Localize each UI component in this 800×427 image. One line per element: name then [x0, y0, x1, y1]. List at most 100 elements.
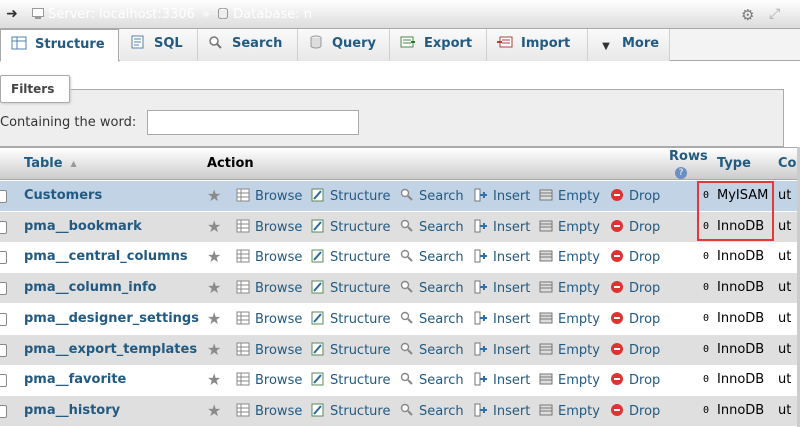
table-row[interactable]: pma__central_columns ★ Browse Structure Sear…: [0, 242, 800, 274]
browse-action[interactable]: Browse: [236, 403, 302, 419]
breadcrumb-server[interactable]: Server: localhost:3306: [48, 7, 195, 22]
browse-action[interactable]: Browse: [236, 219, 302, 235]
row-checkbox[interactable]: [0, 251, 7, 265]
search-action[interactable]: Search: [400, 188, 464, 204]
favorite-star-icon[interactable]: ★: [207, 370, 221, 389]
table-name-link[interactable]: pma__column_info: [24, 280, 157, 295]
empty-action[interactable]: Empty: [539, 188, 600, 204]
table-name-link[interactable]: pma__central_columns: [24, 249, 188, 264]
structure-action[interactable]: Structure: [311, 219, 390, 235]
tab-structure[interactable]: Structure: [0, 29, 119, 62]
insert-action[interactable]: Insert: [474, 249, 530, 265]
search-action[interactable]: Search: [400, 403, 464, 419]
row-checkbox[interactable]: [0, 220, 7, 234]
drop-action[interactable]: Drop: [610, 249, 660, 265]
table-row[interactable]: pma__bookmark ★ Browse Structure Search Inser…: [0, 211, 800, 243]
empty-action[interactable]: Empty: [539, 372, 600, 388]
search-action[interactable]: Search: [400, 311, 464, 327]
favorite-star-icon[interactable]: ★: [207, 278, 221, 297]
favorite-star-icon[interactable]: ★: [207, 401, 221, 420]
browse-action[interactable]: Browse: [236, 372, 302, 388]
row-checkbox[interactable]: [0, 374, 7, 388]
insert-action[interactable]: Insert: [474, 188, 530, 204]
search-action[interactable]: Search: [400, 280, 464, 296]
insert-action[interactable]: Insert: [474, 403, 530, 419]
browse-action[interactable]: Browse: [236, 342, 302, 358]
table-name-link[interactable]: pma__history: [24, 403, 120, 418]
empty-action[interactable]: Empty: [539, 280, 600, 296]
column-header-table[interactable]: Table ▲: [24, 156, 77, 171]
table-row[interactable]: pma__export_templates ★ Browse Structure Sea…: [0, 334, 800, 366]
tab-sql[interactable]: SQL: [120, 29, 198, 61]
collapse-arrow-icon[interactable]: ➜: [0, 4, 24, 25]
table-row[interactable]: pma__history ★ Browse Structure Search Insert…: [0, 395, 800, 427]
table-row[interactable]: pma__designer_settings ★ Browse Structure Se…: [0, 303, 800, 335]
column-header-rows[interactable]: Rows: [669, 149, 708, 164]
favorite-star-icon[interactable]: ★: [207, 247, 221, 266]
tab-query[interactable]: Query: [298, 29, 390, 61]
collation: ut: [778, 249, 792, 265]
tab-import[interactable]: Import: [487, 29, 588, 61]
table-row[interactable]: Customers ★ Browse Structure Search Insert Emp…: [0, 181, 800, 212]
empty-action[interactable]: Empty: [539, 219, 600, 235]
empty-action[interactable]: Empty: [539, 311, 600, 327]
row-checkbox[interactable]: [0, 404, 7, 418]
structure-action[interactable]: Structure: [311, 188, 390, 204]
row-checkbox[interactable]: [0, 282, 7, 296]
insert-action[interactable]: Insert: [474, 280, 530, 296]
help-icon[interactable]: ?: [675, 167, 687, 179]
insert-action[interactable]: Insert: [474, 372, 530, 388]
structure-action[interactable]: Structure: [311, 311, 390, 327]
search-action[interactable]: Search: [400, 249, 464, 265]
tab-label: More: [622, 36, 660, 51]
tab-search[interactable]: Search: [198, 29, 298, 61]
table-name-link[interactable]: pma__export_templates: [24, 342, 197, 357]
structure-action[interactable]: Structure: [311, 403, 390, 419]
empty-action[interactable]: Empty: [539, 249, 600, 265]
browse-action[interactable]: Browse: [236, 280, 302, 296]
filter-word-input[interactable]: [147, 110, 359, 135]
structure-action[interactable]: Structure: [311, 342, 390, 358]
insert-action[interactable]: Insert: [474, 342, 530, 358]
drop-action[interactable]: Drop: [610, 311, 660, 327]
column-header-collation[interactable]: Co: [778, 156, 796, 171]
gear-icon[interactable]: ⚙: [741, 6, 754, 24]
table-name-link[interactable]: pma__designer_settings: [24, 311, 199, 326]
search-action[interactable]: Search: [400, 219, 464, 235]
structure-action[interactable]: Structure: [311, 249, 390, 265]
favorite-star-icon[interactable]: ★: [207, 309, 221, 328]
table-name-link[interactable]: Customers: [24, 188, 102, 203]
drop-action[interactable]: Drop: [610, 219, 660, 235]
empty-action[interactable]: Empty: [539, 342, 600, 358]
search-action[interactable]: Search: [400, 372, 464, 388]
insert-action[interactable]: Insert: [474, 219, 530, 235]
table-name-link[interactable]: pma__favorite: [24, 372, 126, 387]
search-action[interactable]: Search: [400, 342, 464, 358]
tab-more[interactable]: ▼ More: [588, 29, 670, 61]
favorite-star-icon[interactable]: ★: [207, 217, 221, 236]
table-row[interactable]: pma__favorite ★ Browse Structure Search Inser…: [0, 365, 800, 397]
column-header-type[interactable]: Type: [717, 156, 751, 171]
drop-action[interactable]: Drop: [610, 280, 660, 296]
row-checkbox[interactable]: [0, 312, 7, 326]
drop-action[interactable]: Drop: [610, 403, 660, 419]
favorite-star-icon[interactable]: ★: [207, 186, 221, 205]
tab-export[interactable]: Export: [390, 29, 487, 61]
empty-action[interactable]: Empty: [539, 403, 600, 419]
drop-action[interactable]: Drop: [610, 372, 660, 388]
drop-action[interactable]: Drop: [610, 188, 660, 204]
drop-action[interactable]: Drop: [610, 342, 660, 358]
browse-action[interactable]: Browse: [236, 188, 302, 204]
favorite-star-icon[interactable]: ★: [207, 340, 221, 359]
browse-action[interactable]: Browse: [236, 249, 302, 265]
restore-window-icon[interactable]: ⤢: [769, 6, 780, 22]
browse-action[interactable]: Browse: [236, 311, 302, 327]
table-name-link[interactable]: pma__bookmark: [24, 219, 142, 234]
row-checkbox[interactable]: [0, 190, 7, 203]
breadcrumb-database[interactable]: Database: n: [233, 7, 312, 22]
table-row[interactable]: pma__column_info ★ Browse Structure Search In…: [0, 273, 800, 305]
structure-action[interactable]: Structure: [311, 372, 390, 388]
insert-action[interactable]: Insert: [474, 311, 530, 327]
row-checkbox[interactable]: [0, 343, 7, 357]
structure-action[interactable]: Structure: [311, 280, 390, 296]
